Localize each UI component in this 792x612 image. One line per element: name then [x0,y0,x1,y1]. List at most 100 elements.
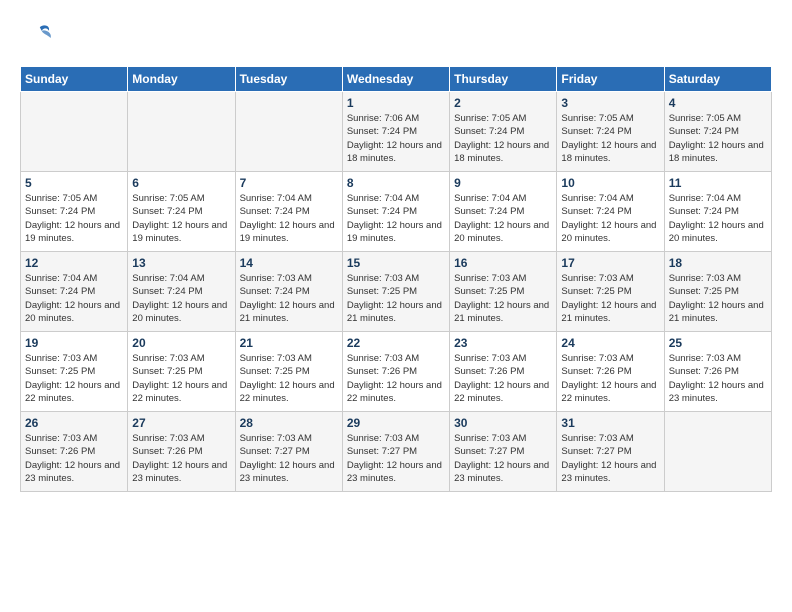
calendar-week-4: 19 Sunrise: 7:03 AM Sunset: 7:25 PM Dayli… [21,332,772,412]
calendar-cell: 28 Sunrise: 7:03 AM Sunset: 7:27 PM Dayli… [235,412,342,492]
day-number: 21 [240,336,338,350]
day-info: Sunrise: 7:03 AM Sunset: 7:25 PM Dayligh… [132,352,230,405]
day-number: 16 [454,256,552,270]
day-number: 26 [25,416,123,430]
day-number: 31 [561,416,659,430]
day-number: 15 [347,256,445,270]
day-info: Sunrise: 7:03 AM Sunset: 7:24 PM Dayligh… [240,272,338,325]
calendar-cell: 31 Sunrise: 7:03 AM Sunset: 7:27 PM Dayli… [557,412,664,492]
day-number: 20 [132,336,230,350]
day-number: 27 [132,416,230,430]
day-number: 5 [25,176,123,190]
logo-icon [20,20,56,56]
day-info: Sunrise: 7:04 AM Sunset: 7:24 PM Dayligh… [347,192,445,245]
logo [20,20,60,56]
calendar-cell: 25Sunrise: 7:03 AM Sunset: 7:26 PM Dayli… [664,332,771,412]
calendar-cell: 27 Sunrise: 7:03 AM Sunset: 7:26 PM Dayli… [128,412,235,492]
day-info: Sunrise: 7:04 AM Sunset: 7:24 PM Dayligh… [132,272,230,325]
day-number: 25 [669,336,767,350]
day-number: 10 [561,176,659,190]
day-number: 23 [454,336,552,350]
day-number: 8 [347,176,445,190]
calendar-cell: 18 Sunrise: 7:03 AM Sunset: 7:25 PM Dayli… [664,252,771,332]
day-info: Sunrise: 7:05 AM Sunset: 7:24 PM Dayligh… [454,112,552,165]
header-saturday: Saturday [664,67,771,92]
day-number: 30 [454,416,552,430]
day-number: 2 [454,96,552,110]
calendar-week-2: 5 Sunrise: 7:05 AM Sunset: 7:24 PM Daylig… [21,172,772,252]
day-info: Sunrise: 7:03 AM Sunset: 7:25 PM Dayligh… [347,272,445,325]
calendar-cell: 9Sunrise: 7:04 AM Sunset: 7:24 PM Daylig… [450,172,557,252]
calendar-cell: 30 Sunrise: 7:03 AM Sunset: 7:27 PM Dayli… [450,412,557,492]
day-info: Sunrise: 7:03 AM Sunset: 7:25 PM Dayligh… [669,272,767,325]
day-info: Sunrise: 7:06 AM Sunset: 7:24 PM Dayligh… [347,112,445,165]
day-info: Sunrise: 7:04 AM Sunset: 7:24 PM Dayligh… [561,192,659,245]
day-number: 6 [132,176,230,190]
day-info: Sunrise: 7:03 AM Sunset: 7:25 PM Dayligh… [240,352,338,405]
header-friday: Friday [557,67,664,92]
day-info: Sunrise: 7:03 AM Sunset: 7:27 PM Dayligh… [561,432,659,485]
calendar-cell: 24Sunrise: 7:03 AM Sunset: 7:26 PM Dayli… [557,332,664,412]
day-info: Sunrise: 7:03 AM Sunset: 7:27 PM Dayligh… [347,432,445,485]
day-info: Sunrise: 7:05 AM Sunset: 7:24 PM Dayligh… [132,192,230,245]
day-number: 17 [561,256,659,270]
calendar-cell: 29Sunrise: 7:03 AM Sunset: 7:27 PM Dayli… [342,412,449,492]
header-thursday: Thursday [450,67,557,92]
day-info: Sunrise: 7:03 AM Sunset: 7:25 PM Dayligh… [561,272,659,325]
calendar-cell: 17 Sunrise: 7:03 AM Sunset: 7:25 PM Dayli… [557,252,664,332]
day-info: Sunrise: 7:03 AM Sunset: 7:27 PM Dayligh… [454,432,552,485]
calendar-cell: 7 Sunrise: 7:04 AM Sunset: 7:24 PM Daylig… [235,172,342,252]
day-info: Sunrise: 7:05 AM Sunset: 7:24 PM Dayligh… [669,112,767,165]
calendar-cell: 15 Sunrise: 7:03 AM Sunset: 7:25 PM Dayli… [342,252,449,332]
calendar-cell: 11 Sunrise: 7:04 AM Sunset: 7:24 PM Dayli… [664,172,771,252]
calendar-cell: 4 Sunrise: 7:05 AM Sunset: 7:24 PM Daylig… [664,92,771,172]
day-number: 19 [25,336,123,350]
day-number: 11 [669,176,767,190]
day-number: 13 [132,256,230,270]
calendar-cell [235,92,342,172]
day-info: Sunrise: 7:03 AM Sunset: 7:26 PM Dayligh… [561,352,659,405]
calendar-cell [128,92,235,172]
day-number: 3 [561,96,659,110]
calendar-cell: 6 Sunrise: 7:05 AM Sunset: 7:24 PM Daylig… [128,172,235,252]
day-info: Sunrise: 7:05 AM Sunset: 7:24 PM Dayligh… [25,192,123,245]
day-info: Sunrise: 7:03 AM Sunset: 7:26 PM Dayligh… [347,352,445,405]
day-info: Sunrise: 7:03 AM Sunset: 7:26 PM Dayligh… [25,432,123,485]
calendar-week-1: 1 Sunrise: 7:06 AM Sunset: 7:24 PM Daylig… [21,92,772,172]
day-number: 1 [347,96,445,110]
day-info: Sunrise: 7:04 AM Sunset: 7:24 PM Dayligh… [240,192,338,245]
calendar-week-3: 12 Sunrise: 7:04 AM Sunset: 7:24 PM Dayli… [21,252,772,332]
calendar-week-5: 26 Sunrise: 7:03 AM Sunset: 7:26 PM Dayli… [21,412,772,492]
calendar-cell: 1 Sunrise: 7:06 AM Sunset: 7:24 PM Daylig… [342,92,449,172]
calendar-cell: 16 Sunrise: 7:03 AM Sunset: 7:25 PM Dayli… [450,252,557,332]
day-info: Sunrise: 7:03 AM Sunset: 7:25 PM Dayligh… [25,352,123,405]
day-info: Sunrise: 7:04 AM Sunset: 7:24 PM Dayligh… [25,272,123,325]
day-number: 12 [25,256,123,270]
calendar-cell: 12 Sunrise: 7:04 AM Sunset: 7:24 PM Dayli… [21,252,128,332]
calendar-cell: 3 Sunrise: 7:05 AM Sunset: 7:24 PM Daylig… [557,92,664,172]
day-number: 28 [240,416,338,430]
calendar-cell: 23 Sunrise: 7:03 AM Sunset: 7:26 PM Dayli… [450,332,557,412]
day-number: 14 [240,256,338,270]
calendar-cell: 14 Sunrise: 7:03 AM Sunset: 7:24 PM Dayli… [235,252,342,332]
day-number: 7 [240,176,338,190]
day-info: Sunrise: 7:03 AM Sunset: 7:26 PM Dayligh… [454,352,552,405]
header-monday: Monday [128,67,235,92]
calendar-cell: 26 Sunrise: 7:03 AM Sunset: 7:26 PM Dayli… [21,412,128,492]
header-sunday: Sunday [21,67,128,92]
calendar-cell: 8 Sunrise: 7:04 AM Sunset: 7:24 PM Daylig… [342,172,449,252]
day-info: Sunrise: 7:03 AM Sunset: 7:25 PM Dayligh… [454,272,552,325]
page-header [20,20,772,56]
day-number: 22 [347,336,445,350]
calendar-cell: 2 Sunrise: 7:05 AM Sunset: 7:24 PM Daylig… [450,92,557,172]
day-info: Sunrise: 7:03 AM Sunset: 7:26 PM Dayligh… [132,432,230,485]
day-info: Sunrise: 7:04 AM Sunset: 7:24 PM Dayligh… [669,192,767,245]
day-info: Sunrise: 7:04 AM Sunset: 7:24 PM Dayligh… [454,192,552,245]
day-number: 18 [669,256,767,270]
day-number: 4 [669,96,767,110]
calendar-cell: 19 Sunrise: 7:03 AM Sunset: 7:25 PM Dayli… [21,332,128,412]
day-info: Sunrise: 7:03 AM Sunset: 7:27 PM Dayligh… [240,432,338,485]
calendar-table: SundayMondayTuesdayWednesdayThursdayFrid… [20,66,772,492]
calendar-cell [21,92,128,172]
day-info: Sunrise: 7:05 AM Sunset: 7:24 PM Dayligh… [561,112,659,165]
